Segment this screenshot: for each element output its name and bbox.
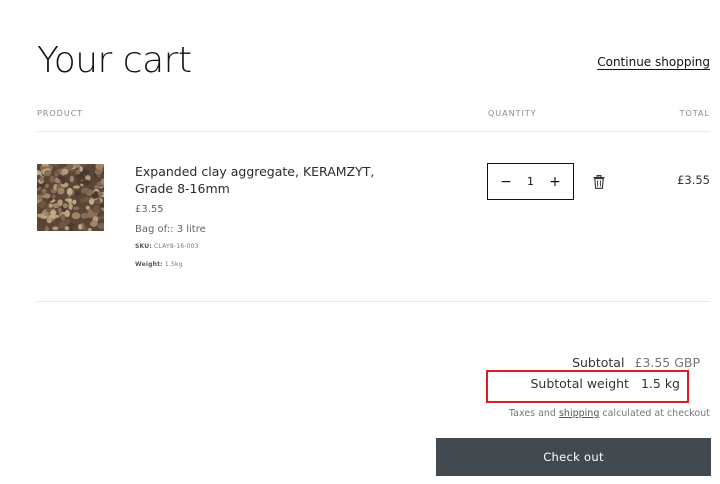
continue-shopping-link[interactable]: Continue shopping [597,55,710,69]
quantity-stepper[interactable]: − 1 + [487,163,574,200]
line-total: £3.55 [677,173,710,187]
taxes-text: Taxes and [508,408,559,419]
page-title: Your cart [37,40,192,81]
product-weight: Weight: 1.5kg [135,261,183,268]
column-header-total: TOTAL [679,109,710,118]
product-image[interactable] [37,164,104,231]
product-option: Bag of:: 3 litre [135,224,206,235]
product-sku: SKU: CLAY8-16-003 [135,243,199,250]
trash-icon[interactable] [593,175,605,189]
divider [37,131,710,132]
column-header-product: PRODUCT [37,109,84,118]
clay-pebbles-image [37,164,104,231]
weight-label: Weight: [135,261,163,268]
product-name-link[interactable]: Expanded clay aggregate, KERAMZYT, Grade… [135,163,395,197]
sku-value: CLAY8-16-003 [154,243,199,250]
divider [37,301,710,302]
checkout-button[interactable]: Check out [436,438,711,476]
column-header-quantity: QUANTITY [488,109,537,118]
sku-label: SKU: [135,243,152,250]
decrease-quantity-button[interactable]: − [498,174,514,190]
subtotal-row: Subtotal £3.55 GBP [572,355,700,370]
shipping-policy-link[interactable]: shipping [559,408,599,419]
quantity-input[interactable]: 1 [527,175,534,188]
taxes-note: Taxes and shipping calculated at checkou… [509,408,710,419]
product-price: £3.55 [135,204,164,215]
taxes-text-end: calculated at checkout [599,408,710,419]
increase-quantity-button[interactable]: + [547,174,563,190]
highlight-box [486,370,689,403]
weight-value: 1.5kg [164,261,183,268]
subtotal-value: £3.55 GBP [634,355,700,370]
subtotal-label: Subtotal [572,355,625,370]
